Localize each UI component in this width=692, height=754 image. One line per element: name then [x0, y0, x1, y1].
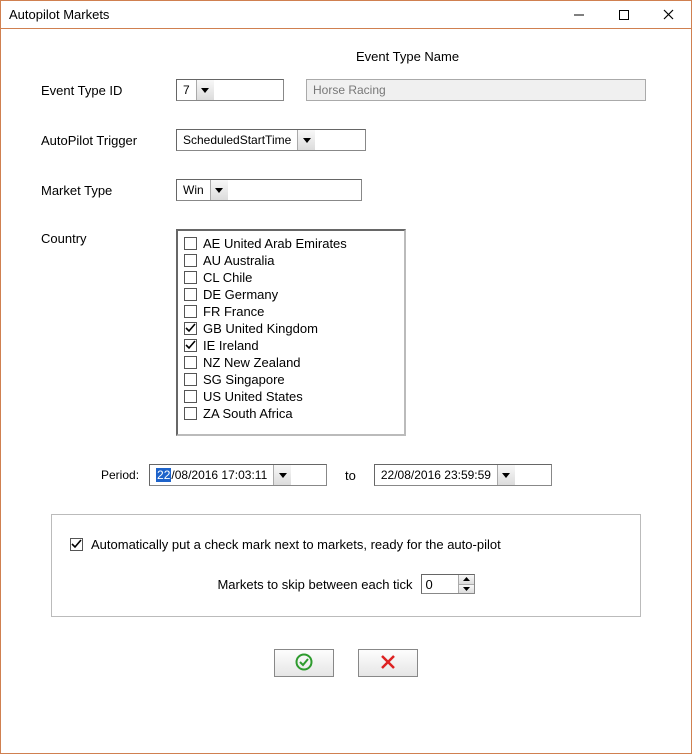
country-checkbox[interactable]: [184, 288, 197, 301]
spinner-up-icon[interactable]: [459, 575, 474, 585]
dropdown-icon: [210, 180, 228, 200]
options-group: Automatically put a check mark next to m…: [51, 514, 641, 617]
country-checkbox[interactable]: [184, 322, 197, 335]
autopilot-trigger-label: AutoPilot Trigger: [41, 133, 176, 148]
country-item[interactable]: GB United Kingdom: [184, 320, 398, 337]
period-to-picker[interactable]: 22/08/2016 23:59:59: [374, 464, 552, 486]
autopilot-trigger-combo[interactable]: ScheduledStartTime: [176, 129, 366, 151]
period-to-value: 22/08/2016 23:59:59: [375, 465, 497, 485]
country-checkbox[interactable]: [184, 356, 197, 369]
period-from-picker[interactable]: 22/08/2016 17:03:11: [149, 464, 327, 486]
country-checkbox[interactable]: [184, 339, 197, 352]
dropdown-icon: [297, 130, 315, 150]
period-to-label: to: [345, 468, 356, 483]
country-item-label: IE Ireland: [203, 338, 259, 353]
country-item[interactable]: FR France: [184, 303, 398, 320]
country-item-label: US United States: [203, 389, 303, 404]
market-type-label: Market Type: [41, 183, 176, 198]
country-item[interactable]: NZ New Zealand: [184, 354, 398, 371]
country-checkbox[interactable]: [184, 237, 197, 250]
country-checkbox[interactable]: [184, 254, 197, 267]
markets-skip-label: Markets to skip between each tick: [217, 577, 412, 592]
country-item-label: FR France: [203, 304, 264, 319]
country-item[interactable]: AU Australia: [184, 252, 398, 269]
period-from-value: 22/08/2016 17:03:11: [150, 465, 273, 485]
dropdown-icon: [497, 465, 515, 485]
markets-skip-value: 0: [422, 575, 458, 593]
country-item-label: AU Australia: [203, 253, 275, 268]
cancel-button[interactable]: [358, 649, 418, 677]
x-icon: [380, 654, 396, 673]
markets-skip-spinner[interactable]: 0: [421, 574, 475, 594]
autopilot-trigger-value: ScheduledStartTime: [177, 130, 297, 150]
dropdown-icon: [196, 80, 214, 100]
country-item[interactable]: AE United Arab Emirates: [184, 235, 398, 252]
country-item-label: CL Chile: [203, 270, 252, 285]
country-item-label: GB United Kingdom: [203, 321, 318, 336]
close-button[interactable]: [646, 1, 691, 29]
country-checkbox[interactable]: [184, 373, 197, 386]
client-area: Event Type Name Event Type ID 7 Horse Ra…: [1, 29, 691, 753]
event-type-id-combo[interactable]: 7: [176, 79, 284, 101]
auto-check-checkbox[interactable]: [70, 538, 83, 551]
market-type-value: Win: [177, 180, 210, 200]
spinner-down-icon[interactable]: [459, 585, 474, 594]
country-item-label: DE Germany: [203, 287, 278, 302]
event-type-id-label: Event Type ID: [41, 83, 176, 98]
country-item[interactable]: SG Singapore: [184, 371, 398, 388]
country-item-label: SG Singapore: [203, 372, 285, 387]
country-checkbox[interactable]: [184, 390, 197, 403]
event-type-name-label: Event Type Name: [356, 49, 459, 64]
country-label: Country: [41, 229, 176, 246]
dropdown-icon: [273, 465, 291, 485]
country-item[interactable]: US United States: [184, 388, 398, 405]
country-item-label: ZA South Africa: [203, 406, 293, 421]
titlebar: Autopilot Markets: [1, 1, 691, 29]
country-item[interactable]: ZA South Africa: [184, 405, 398, 422]
country-item-label: AE United Arab Emirates: [203, 236, 347, 251]
country-checkbox[interactable]: [184, 407, 197, 420]
ok-button[interactable]: [274, 649, 334, 677]
auto-check-label: Automatically put a check mark next to m…: [91, 537, 501, 552]
country-item[interactable]: CL Chile: [184, 269, 398, 286]
market-type-combo[interactable]: Win: [176, 179, 362, 201]
country-item-label: NZ New Zealand: [203, 355, 301, 370]
maximize-button[interactable]: [601, 1, 646, 29]
window-title: Autopilot Markets: [9, 7, 556, 22]
country-checkbox[interactable]: [184, 305, 197, 318]
period-label: Period:: [101, 468, 139, 482]
minimize-button[interactable]: [556, 1, 601, 29]
country-listbox[interactable]: AE United Arab Emirates AU Australia CL Ch…: [176, 229, 406, 436]
event-type-id-value: 7: [177, 80, 196, 100]
event-type-name-field: Horse Racing: [306, 79, 646, 101]
country-item[interactable]: IE Ireland: [184, 337, 398, 354]
country-item[interactable]: DE Germany: [184, 286, 398, 303]
check-circle-icon: [295, 653, 313, 674]
country-checkbox[interactable]: [184, 271, 197, 284]
